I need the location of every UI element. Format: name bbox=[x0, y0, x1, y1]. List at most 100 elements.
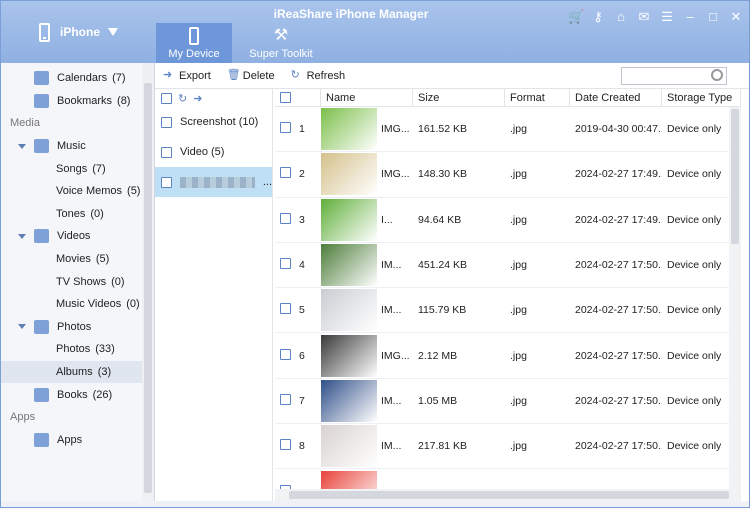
table-row[interactable]: 4 IM... 451.24 KB .jpg 2024-02-27 17:50... De… bbox=[275, 243, 741, 289]
sidebar-section-media: Media bbox=[10, 117, 40, 130]
sidebar-item-calendars[interactable]: Calendars (7) bbox=[1, 67, 154, 90]
table-row[interactable]: 2 IMG... 148.30 KB .jpg 2024-02-27 17:49... D… bbox=[275, 152, 741, 198]
storage-type: Device only bbox=[667, 259, 722, 272]
device-selector[interactable]: iPhone bbox=[1, 1, 153, 63]
photo-thumbnail[interactable] bbox=[321, 334, 377, 377]
column-header-format[interactable]: Format bbox=[505, 89, 570, 106]
sidebar-item-photos[interactable]: Photos (33) bbox=[1, 338, 154, 361]
photo-thumbnail[interactable] bbox=[321, 470, 377, 489]
refresh-icon[interactable]: ↻ bbox=[178, 92, 187, 105]
row-checkbox[interactable] bbox=[280, 167, 291, 179]
row-checkbox[interactable] bbox=[280, 303, 291, 315]
select-all-albums-checkbox[interactable] bbox=[161, 92, 172, 104]
date-created: 2024-02-27 17:50... bbox=[575, 440, 662, 453]
table-row[interactable]: 7 IM... 1.05 MB .jpg 2024-02-27 17:50... Devi… bbox=[275, 379, 741, 425]
sidebar-scrollbar[interactable] bbox=[142, 63, 154, 501]
column-header-storage-type[interactable]: Storage Type bbox=[662, 89, 741, 106]
search-input[interactable] bbox=[621, 67, 727, 85]
forward-arrow-icon[interactable]: ➜ bbox=[193, 92, 202, 105]
table-row[interactable]: 8 IM... 217.81 KB .jpg 2024-02-27 17:50... De… bbox=[275, 424, 741, 470]
scrollbar-thumb[interactable] bbox=[731, 109, 739, 244]
row-checkbox[interactable] bbox=[280, 258, 291, 270]
table-row[interactable]: 3 I... 94.64 KB .jpg 2024-02-27 17:49... Devi… bbox=[275, 198, 741, 243]
album-checkbox[interactable] bbox=[161, 116, 172, 128]
key-icon[interactable]: ⚷ bbox=[591, 9, 605, 25]
table-row[interactable]: 1 IMG... 161.52 KB .jpg 2019-04-30 00:47... D… bbox=[275, 107, 741, 153]
album-item-hidden[interactable]: ... bbox=[155, 167, 272, 197]
row-checkbox[interactable] bbox=[280, 439, 291, 451]
export-button[interactable]: ➜ Export bbox=[163, 70, 211, 82]
scrollbar-thumb[interactable] bbox=[144, 83, 152, 493]
photo-thumbnail[interactable] bbox=[321, 153, 377, 196]
feedback-icon[interactable]: ✉ bbox=[637, 9, 651, 25]
sidebar-item-apps[interactable]: Apps bbox=[1, 429, 154, 452]
album-checkbox[interactable] bbox=[161, 176, 172, 188]
row-checkbox[interactable] bbox=[280, 348, 291, 360]
expand-caret-icon[interactable] bbox=[18, 233, 26, 239]
table-row[interactable] bbox=[275, 469, 741, 489]
sidebar-item-books[interactable]: Books (26) bbox=[1, 383, 154, 406]
photo-thumbnail[interactable] bbox=[321, 198, 377, 241]
sidebar-item-music[interactable]: Music bbox=[1, 135, 154, 158]
minimize-icon[interactable]: – bbox=[683, 9, 697, 25]
row-checkbox[interactable] bbox=[280, 122, 291, 134]
scrollbar-thumb[interactable] bbox=[289, 491, 729, 499]
video-icon bbox=[34, 229, 49, 244]
date-created: 2024-02-27 17:49... bbox=[575, 168, 662, 181]
album-item-video[interactable]: Video (5) bbox=[155, 137, 272, 167]
file-format: .jpg bbox=[510, 304, 527, 317]
storage-type: Device only bbox=[667, 349, 722, 362]
table-horizontal-scrollbar[interactable] bbox=[275, 489, 741, 501]
column-header-date-created[interactable]: Date Created bbox=[570, 89, 662, 106]
row-number: 4 bbox=[299, 259, 305, 272]
delete-button[interactable]: 🗑 Delete bbox=[227, 70, 275, 82]
sidebar-item-tones[interactable]: Tones (0) bbox=[1, 203, 154, 226]
music-icon bbox=[34, 139, 49, 154]
date-created: 2024-02-27 17:50... bbox=[575, 259, 662, 272]
album-checkbox[interactable] bbox=[161, 146, 172, 158]
sidebar-item-tv-shows[interactable]: TV Shows (0) bbox=[1, 270, 154, 293]
photo-thumbnail[interactable] bbox=[321, 379, 377, 422]
date-created: 2024-02-27 17:50... bbox=[575, 349, 662, 362]
column-header-name[interactable]: Name bbox=[321, 89, 413, 106]
search-icon bbox=[711, 69, 723, 81]
row-checkbox[interactable] bbox=[280, 212, 291, 224]
album-item-screenshot[interactable]: Screenshot (10) bbox=[155, 107, 272, 137]
photo-thumbnail[interactable] bbox=[321, 289, 377, 332]
column-header-size[interactable]: Size bbox=[413, 89, 505, 106]
file-format: .jpg bbox=[510, 213, 527, 226]
sidebar-item-voice-memos[interactable]: Voice Memos (5) bbox=[1, 180, 154, 203]
refresh-button[interactable]: ↻ Refresh bbox=[291, 70, 346, 82]
close-icon[interactable]: ✕ bbox=[729, 9, 743, 25]
file-size: 2.12 MB bbox=[418, 349, 458, 362]
tab-super-toolkit[interactable]: ⚒ Super Toolkit bbox=[243, 23, 319, 63]
select-all-checkbox[interactable] bbox=[280, 92, 291, 103]
sidebar-item-bookmarks[interactable]: Bookmarks (8) bbox=[1, 90, 154, 113]
expand-caret-icon[interactable] bbox=[18, 143, 26, 149]
file-format: .jpg bbox=[510, 123, 527, 136]
device-name: iPhone bbox=[60, 25, 101, 39]
row-checkbox[interactable] bbox=[280, 393, 291, 405]
table-row[interactable]: 6 IMG... 2.12 MB .jpg 2024-02-27 17:50... Dev… bbox=[275, 333, 741, 379]
file-name: IMG... bbox=[381, 168, 410, 181]
sidebar-item-photos-group[interactable]: Photos bbox=[1, 316, 154, 339]
file-format: .jpg bbox=[510, 349, 527, 362]
sidebar-item-music-videos[interactable]: Music Videos (0) bbox=[1, 293, 154, 316]
title-bar: iReaShare iPhone Manager iPhone My Devic… bbox=[1, 1, 749, 63]
home-icon[interactable]: ⌂ bbox=[614, 9, 628, 25]
sidebar-item-songs[interactable]: Songs (7) bbox=[1, 157, 154, 180]
photo-thumbnail[interactable] bbox=[321, 425, 377, 468]
table-row[interactable]: 5 IM... 115.79 KB .jpg 2024-02-27 17:50... De… bbox=[275, 288, 741, 334]
sidebar-item-videos[interactable]: Videos bbox=[1, 225, 154, 248]
maximize-icon[interactable]: □ bbox=[706, 9, 720, 25]
photo-thumbnail[interactable] bbox=[321, 108, 377, 151]
table-vertical-scrollbar[interactable] bbox=[729, 107, 741, 489]
tab-my-device[interactable]: My Device bbox=[156, 23, 232, 63]
menu-icon[interactable]: ☰ bbox=[660, 9, 674, 25]
sidebar-item-movies[interactable]: Movies (5) bbox=[1, 248, 154, 271]
cart-icon[interactable]: 🛒 bbox=[568, 9, 584, 25]
sidebar-item-albums[interactable]: Albums (3) bbox=[1, 360, 154, 384]
tab-label: Super Toolkit bbox=[249, 48, 313, 60]
photo-thumbnail[interactable] bbox=[321, 244, 377, 287]
expand-caret-icon[interactable] bbox=[18, 324, 26, 330]
